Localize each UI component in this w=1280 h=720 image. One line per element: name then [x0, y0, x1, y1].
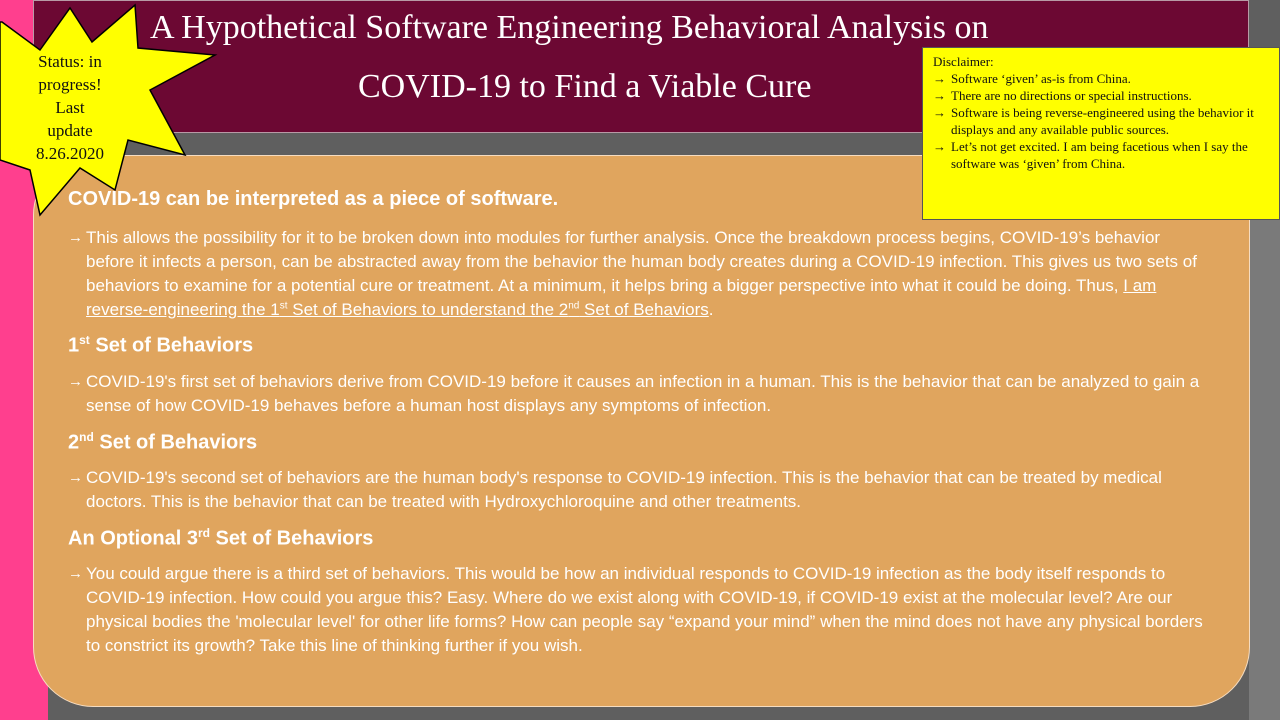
- page-title-line-2: COVID-19 to Find a Viable Cure: [358, 68, 812, 105]
- heading-first-set: 1st Set of Behaviors: [68, 333, 254, 357]
- disclaimer-box: Disclaimer: → Software ‘given’ as-is from…: [922, 47, 1280, 220]
- status-badge: Status: in progress! Last update 8.26.20…: [36, 52, 104, 163]
- disclaimer-heading: Disclaimer:: [933, 54, 994, 69]
- page-title-line-1: A Hypothetical Software Engineering Beha…: [150, 9, 989, 46]
- arrow-icon: →: [933, 105, 946, 120]
- disclaimer-item: → Software is being reverse-engineered us…: [933, 105, 1254, 137]
- arrow-icon: →: [68, 469, 83, 486]
- heading-third-set: An Optional 3rd Set of Behaviors: [68, 526, 374, 550]
- arrow-icon: →: [68, 565, 83, 582]
- disclaimer-item: → There are no directions or special inst…: [933, 88, 1192, 103]
- paragraph-second-set: → COVID-19's second set of behaviors are…: [68, 468, 1162, 511]
- paragraph-intro: → This allows the possibility for it to …: [68, 228, 1197, 319]
- arrow-icon: →: [933, 88, 946, 103]
- arrow-icon: →: [68, 373, 83, 390]
- arrow-icon: →: [933, 71, 946, 86]
- paragraph-third-set: → You could argue there is a third set o…: [68, 564, 1203, 655]
- arrow-icon: →: [68, 229, 83, 246]
- arrow-icon: →: [933, 139, 946, 154]
- paragraph-first-set: → COVID-19's first set of behaviors deri…: [68, 372, 1200, 415]
- disclaimer-item: → Software ‘given’ as-is from China.: [933, 71, 1131, 86]
- paragraph-intro-text: This allows the possibility for it to be…: [86, 228, 1197, 295]
- disclaimer-item: → Let’s not get excited. I am being facet…: [933, 139, 1248, 171]
- heading-second-set: 2nd Set of Behaviors: [68, 430, 258, 454]
